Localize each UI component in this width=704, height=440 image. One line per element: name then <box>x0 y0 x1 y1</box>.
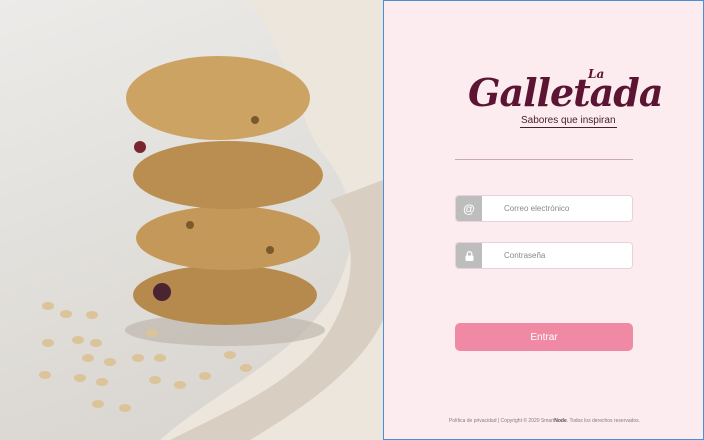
hero-image <box>0 0 383 440</box>
login-panel: La Galletada Sabores que inspiran @ Entr… <box>383 0 704 440</box>
brand-tagline: Sabores que inspiran <box>520 115 617 128</box>
password-input[interactable] <box>482 243 632 268</box>
divider <box>455 159 633 160</box>
cookies-photo <box>39 0 383 440</box>
logo-name: Galletada <box>468 70 663 115</box>
footer-rights: . Todos los derechos reservados. <box>566 418 641 424</box>
cranberry <box>153 283 171 301</box>
oat-bit <box>251 116 259 124</box>
email-field: @ <box>455 195 633 222</box>
brand-logo: La Galletada Sabores que inspiran <box>468 67 663 131</box>
footer: Política de privacidad | Copyright © 202… <box>384 418 704 424</box>
oat-bit <box>266 246 274 254</box>
oat-bit <box>186 221 194 229</box>
cookie-3 <box>136 206 320 270</box>
footer-text: Política de privacidad | Copyright © 202… <box>448 418 555 424</box>
login-button[interactable]: Entrar <box>455 323 633 351</box>
lock-icon <box>456 243 482 268</box>
password-field <box>455 242 633 269</box>
email-input[interactable] <box>482 196 632 221</box>
at-sign-icon: @ <box>456 196 482 221</box>
cookie-1 <box>126 56 310 140</box>
footer-brand: Node <box>554 418 567 424</box>
cookie-2 <box>133 141 323 209</box>
cranberry <box>134 141 146 153</box>
